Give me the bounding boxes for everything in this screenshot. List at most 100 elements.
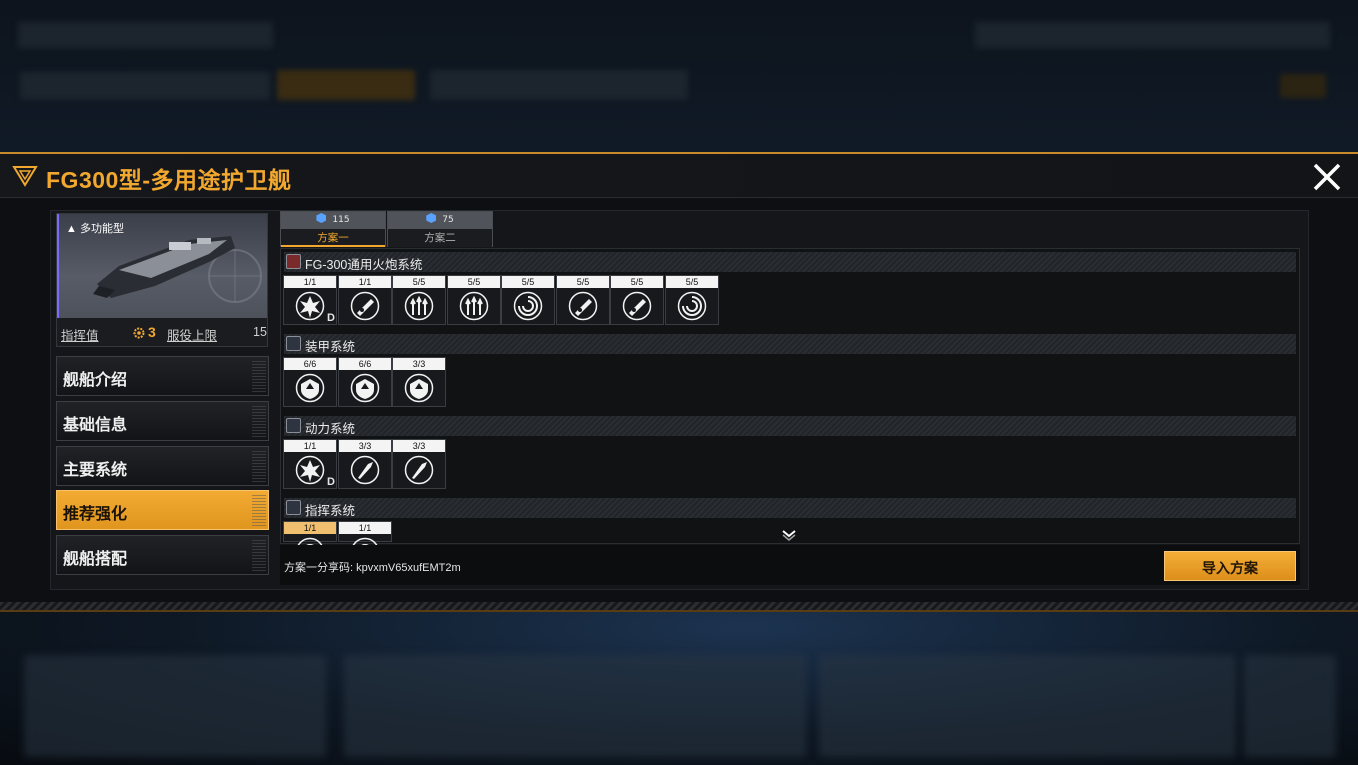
share-code[interactable]: 方案一分享码: kpvxmV65xufEMT2m bbox=[284, 559, 461, 575]
armor-system-icon bbox=[286, 336, 301, 351]
thruster-icon bbox=[350, 455, 380, 485]
upgrade-slot[interactable]: 6/6 bbox=[338, 357, 392, 407]
upgrade-slot[interactable]: 5/5 bbox=[501, 275, 555, 325]
nav-recommended-upgrades[interactable]: 推荐强化 bbox=[56, 490, 269, 530]
plan-cost: 75 bbox=[388, 212, 492, 229]
slot-count: 3/3 bbox=[393, 358, 445, 370]
background-blur-panel-2 bbox=[345, 656, 805, 756]
cannon-swirl-icon bbox=[568, 291, 598, 321]
ship-image: ▲ 多功能型 bbox=[57, 214, 267, 318]
upgrade-slot[interactable]: 5/5 bbox=[665, 275, 719, 325]
background-blur-panel-3 bbox=[820, 656, 1235, 756]
burst-upgrade-icon bbox=[295, 291, 325, 321]
nav-label: 主要系统 bbox=[63, 462, 128, 479]
upgrade-slot[interactable]: 3/3 bbox=[392, 439, 446, 489]
upgrade-slot[interactable]: 1/1 bbox=[283, 521, 337, 567]
close-icon[interactable] bbox=[1310, 160, 1344, 194]
import-plan-label: 导入方案 bbox=[1202, 560, 1258, 576]
triple-arrow-up-icon bbox=[404, 291, 434, 321]
target-swirl-icon bbox=[513, 291, 543, 321]
slot-count: 6/6 bbox=[284, 358, 336, 370]
section-title: 指挥系统 bbox=[305, 504, 356, 518]
command-gear-icon bbox=[133, 327, 145, 339]
upgrade-slot[interactable]: 5/5 bbox=[556, 275, 610, 325]
upgrade-slot[interactable]: 5/5 bbox=[392, 275, 446, 325]
shield-up-icon bbox=[350, 373, 380, 403]
command-value-label[interactable]: 指挥值 bbox=[61, 325, 99, 344]
slot-count: 1/1 bbox=[284, 522, 336, 534]
modal-title: FG300型-多用途护卫舰 bbox=[46, 167, 292, 193]
slot-count: 1/1 bbox=[339, 522, 391, 534]
section-header: FG-300通用火炮系统 bbox=[284, 252, 1296, 272]
slot-count: 6/6 bbox=[339, 358, 391, 370]
section-title: FG-300通用火炮系统 bbox=[305, 258, 423, 272]
slot-count: 5/5 bbox=[393, 276, 445, 288]
cannon-system-icon bbox=[286, 254, 301, 269]
ship-card: ▲ 多功能型 指挥值 3 服役上限 15 bbox=[56, 213, 268, 347]
upgrade-slot[interactable]: 3/3 bbox=[392, 357, 446, 407]
gem-icon bbox=[316, 213, 327, 223]
burst-upgrade-icon bbox=[295, 455, 325, 485]
slot-count: 5/5 bbox=[611, 276, 663, 288]
service-limit-value: 15 bbox=[253, 325, 267, 339]
upgrade-slot[interactable]: 5/5 bbox=[610, 275, 664, 325]
upgrade-slot[interactable]: 5/5 bbox=[447, 275, 501, 325]
upgrade-slot[interactable]: 6/6 bbox=[283, 357, 337, 407]
nav-label: 舰船搭配 bbox=[63, 551, 128, 568]
tab-plan-2[interactable]: 75 方案二 bbox=[387, 211, 493, 247]
background-blur-bar bbox=[20, 72, 270, 100]
nav-ship-pairing[interactable]: 舰船搭配 bbox=[56, 535, 269, 575]
cannon-swirl-icon bbox=[622, 291, 652, 321]
ship-stats: 指挥值 3 服役上限 15 bbox=[57, 320, 267, 346]
slot-count: 5/5 bbox=[557, 276, 609, 288]
cannon-upgrade-icon bbox=[350, 291, 380, 321]
slot-count: 5/5 bbox=[666, 276, 718, 288]
slot-count: 1/1 bbox=[339, 276, 391, 288]
upgrade-slot[interactable]: 1/1 bbox=[338, 275, 392, 325]
engine-system-icon bbox=[286, 418, 301, 433]
upgrade-slot[interactable]: 1/1 D bbox=[283, 439, 337, 489]
slot-mark: D bbox=[327, 476, 335, 488]
nav-ship-intro[interactable]: 舰船介绍 bbox=[56, 356, 269, 396]
upgrade-slot[interactable]: 1/1 D bbox=[283, 275, 337, 325]
slot-count: 1/1 bbox=[284, 276, 336, 288]
background-blur-panel-4 bbox=[1245, 656, 1335, 756]
import-plan-button[interactable]: 导入方案 bbox=[1164, 551, 1296, 581]
slot-count: 3/3 bbox=[339, 440, 391, 452]
slot-count: 1/1 bbox=[284, 440, 336, 452]
section-header: 动力系统 bbox=[284, 416, 1296, 436]
triple-arrow-up-icon bbox=[459, 291, 489, 321]
nav-basic-info[interactable]: 基础信息 bbox=[56, 401, 269, 441]
plan-label: 方案二 bbox=[388, 229, 492, 247]
thruster-turn-icon bbox=[404, 455, 434, 485]
chevron-down-icon[interactable] bbox=[781, 529, 797, 541]
nav-main-systems[interactable]: 主要系统 bbox=[56, 446, 269, 486]
slot-count: 3/3 bbox=[393, 440, 445, 452]
target-swirl-icon bbox=[677, 291, 707, 321]
modal-header: FG300型-多用途护卫舰 bbox=[0, 154, 1358, 198]
slot-mark: D bbox=[327, 312, 335, 324]
shield-arrow-icon bbox=[404, 373, 434, 403]
background-blur-button bbox=[277, 70, 415, 100]
nav-label: 基础信息 bbox=[63, 417, 128, 434]
section-header: 指挥系统 bbox=[284, 498, 1296, 518]
background-blur-icons bbox=[975, 22, 1330, 48]
section-title: 动力系统 bbox=[305, 422, 356, 436]
command-system-icon bbox=[286, 500, 301, 515]
background-blur-panel-1 bbox=[25, 656, 325, 756]
modal-bottom-hatch bbox=[0, 602, 1358, 610]
background-blur-tab bbox=[430, 70, 688, 100]
triangle-logo-icon bbox=[12, 166, 38, 187]
tab-plan-1[interactable]: 115 方案一 bbox=[280, 211, 386, 247]
plan-label: 方案一 bbox=[281, 229, 385, 247]
plan-cost: 115 bbox=[281, 212, 385, 229]
nav-label: 舰船介绍 bbox=[63, 372, 128, 389]
upgrade-slot[interactable]: 1/1 bbox=[338, 521, 392, 567]
ship-type-label: ▲ 多功能型 bbox=[66, 223, 124, 235]
background-blur-title bbox=[18, 22, 273, 48]
service-limit-label[interactable]: 服役上限 bbox=[167, 325, 217, 344]
shield-up-icon bbox=[295, 373, 325, 403]
nav-label: 推荐强化 bbox=[63, 506, 128, 523]
upgrade-slot[interactable]: 3/3 bbox=[338, 439, 392, 489]
slot-count: 5/5 bbox=[448, 276, 500, 288]
